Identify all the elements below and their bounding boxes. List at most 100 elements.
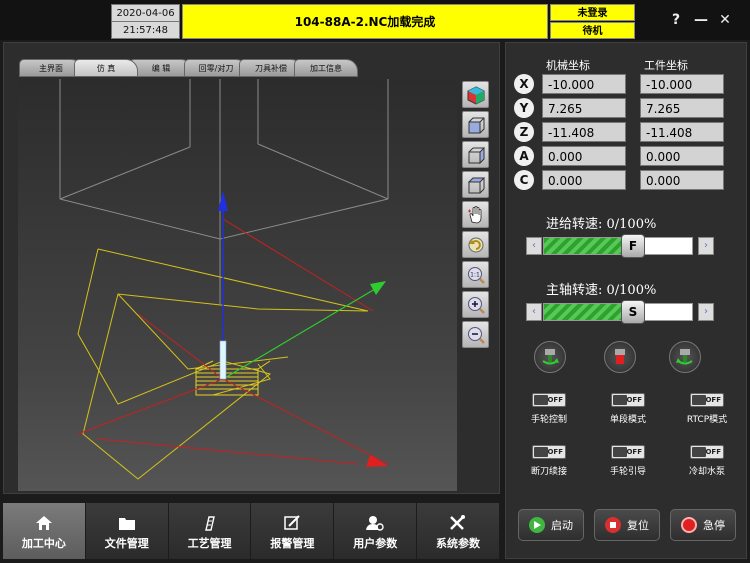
emergency-stop-label: 急停 (703, 519, 725, 532)
nav-machining-center[interactable]: 加工中心 (3, 503, 86, 559)
zoom-out-icon[interactable] (462, 321, 489, 348)
work-coord-x: -10.000 (640, 74, 724, 94)
login-status[interactable]: 未登录 (550, 4, 635, 21)
feed-increase-button[interactable]: › (698, 237, 714, 255)
date-display: 2020-04-06 (111, 4, 180, 22)
file-status-banner: 104-88A-2.NC加载完成 (182, 4, 548, 39)
toggle-label: 冷却水泵 (688, 467, 725, 477)
view-side-icon[interactable] (462, 141, 489, 168)
y-axis-icon: Y (514, 98, 534, 118)
toggle-rtcp-mode[interactable]: OFF RTCP模式 (672, 393, 742, 425)
user-settings-icon (366, 516, 384, 531)
nav-label: 用户参数 (353, 537, 398, 550)
feed-decrease-button[interactable]: ‹ (526, 237, 542, 255)
toggle-single-block[interactable]: OFF 单段模式 (593, 393, 663, 425)
toolpath-graphic (59, 79, 389, 480)
nav-system-params[interactable]: 系统参数 (417, 503, 500, 559)
z-axis-icon: Z (514, 122, 534, 142)
work-coord-y: 7.265 (640, 98, 724, 118)
nav-label: 报警管理 (270, 537, 315, 550)
nav-user-params[interactable]: 用户参数 (334, 503, 418, 559)
close-button[interactable]: ✕ (716, 9, 734, 31)
spindle-knob[interactable]: S (621, 300, 645, 324)
toggle-switch[interactable]: OFF (532, 393, 566, 407)
x-axis-arrow (366, 455, 388, 467)
toggle-handwheel-guide[interactable]: OFF 手轮引导 (593, 445, 663, 477)
c-axis-icon: C (514, 170, 534, 190)
reset-button[interactable]: 复位 (594, 509, 660, 541)
machine-state: 待机 (550, 22, 635, 39)
zoom-in-icon[interactable] (462, 291, 489, 318)
machine-coord-c: 0.000 (542, 170, 626, 190)
spindle-speed-label: 主轴转速: 0/100% (546, 283, 657, 298)
feed-speed-label: 进给转速: 0/100% (546, 217, 657, 232)
y-axis-arrow (370, 281, 386, 295)
tab-simulation[interactable]: 仿 真 (74, 59, 138, 77)
spindle-track[interactable]: S (543, 300, 693, 324)
spindle-override-slider[interactable]: ‹ S › (526, 300, 714, 324)
simulation-panel: 主界面 仿 真 编 辑 回零/对刀 刀具补偿 加工信息 1:1 (3, 42, 500, 494)
home-icon (35, 516, 52, 530)
toggle-switch[interactable]: OFF (532, 445, 566, 459)
nav-alarm-management[interactable]: 报警管理 (251, 503, 335, 559)
nav-process-management[interactable]: 工艺管理 (168, 503, 252, 559)
tools-icon (450, 515, 466, 530)
view-iso-icon[interactable] (462, 81, 489, 108)
spindle-cw-button[interactable] (534, 341, 566, 373)
spindle-stop-icon (615, 349, 625, 364)
start-label: 启动 (551, 519, 573, 532)
pan-hand-icon[interactable] (462, 201, 489, 228)
toggle-label: 单段模式 (609, 415, 646, 425)
rotate-view-icon[interactable] (462, 231, 489, 258)
spindle-ccw-button[interactable] (669, 341, 701, 373)
cutting-tool (219, 340, 227, 380)
view-top-icon[interactable] (462, 171, 489, 198)
stop-square-icon (605, 517, 621, 533)
toggle-label: 断刀续接 (530, 467, 567, 477)
simulation-viewport[interactable] (18, 79, 457, 491)
work-coordinate-header: 工件坐标 (644, 59, 688, 72)
zoom-fit-icon[interactable]: 1:1 (462, 261, 489, 288)
machine-coord-y: 7.265 (542, 98, 626, 118)
a-axis-icon: A (514, 146, 534, 166)
svg-text:1:1: 1:1 (470, 271, 480, 278)
nav-label: 工艺管理 (187, 537, 232, 550)
bottom-nav: 加工中心 文件管理 工艺管理 报警管理 用户参数 系统参数 (3, 503, 500, 559)
control-panel: 机械坐标 工件坐标 X -10.000 -10.000 Y 7.265 7.26… (505, 42, 747, 559)
spindle-stop-button[interactable] (604, 341, 636, 373)
tab-machining-info[interactable]: 加工信息 (294, 59, 358, 77)
toggle-coolant-pump[interactable]: OFF 冷却水泵 (672, 445, 742, 477)
machine-coordinate-header: 机械坐标 (546, 59, 590, 72)
toggle-label: 手轮控制 (530, 415, 567, 425)
spindle-decrease-button[interactable]: ‹ (526, 303, 542, 321)
process-icon (204, 516, 215, 531)
toggle-label: 手轮引导 (609, 467, 646, 477)
emergency-stop-icon (681, 517, 697, 533)
work-coord-z: -11.408 (640, 122, 724, 142)
toggle-switch[interactable]: OFF (611, 393, 645, 407)
toggle-handwheel-control[interactable]: OFF 手轮控制 (514, 393, 584, 425)
x-axis-icon: X (514, 74, 534, 94)
feed-knob[interactable]: F (621, 234, 645, 258)
toggle-switch[interactable]: OFF (611, 445, 645, 459)
reset-label: 复位 (627, 519, 649, 532)
play-icon (529, 517, 545, 533)
toggle-switch[interactable]: OFF (690, 445, 724, 459)
feed-track[interactable]: F (543, 234, 693, 258)
view-front-icon[interactable] (462, 111, 489, 138)
spindle-ccw-icon (676, 349, 693, 365)
nav-file-management[interactable]: 文件管理 (85, 503, 169, 559)
minimize-button[interactable]: — (692, 9, 710, 31)
spindle-increase-button[interactable]: › (698, 303, 714, 321)
emergency-stop-button[interactable]: 急停 (670, 509, 736, 541)
toggle-label: RTCP模式 (686, 415, 728, 425)
spindle-fill (544, 304, 633, 320)
feed-override-slider[interactable]: ‹ F › (526, 234, 714, 258)
tab-bar: 主界面 仿 真 编 辑 回零/对刀 刀具补偿 加工信息 (19, 59, 358, 77)
top-bar: 2020-04-06 21:57:48 104-88A-2.NC加载完成 未登录… (0, 0, 750, 40)
toggle-switch[interactable]: OFF (690, 393, 724, 407)
help-button[interactable]: ? (667, 9, 685, 31)
nav-label: 系统参数 (436, 537, 481, 550)
toggle-broken-tool-resume[interactable]: OFF 断刀续接 (514, 445, 584, 477)
start-button[interactable]: 启动 (518, 509, 584, 541)
